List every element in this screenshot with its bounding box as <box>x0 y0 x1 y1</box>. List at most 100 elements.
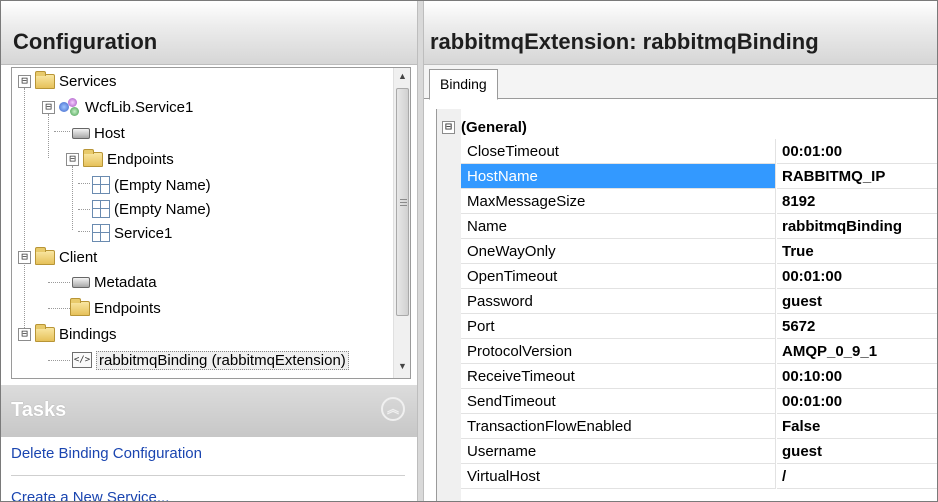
tree-item-label: rabbitmqBinding (rabbitmqExtension) <box>96 350 349 370</box>
folder-icon <box>83 148 103 167</box>
tree-connector-line <box>48 282 70 283</box>
property-name: Username <box>461 439 776 464</box>
property-name: CloseTimeout <box>461 139 776 164</box>
collapse-tasks-icon[interactable]: ︽ <box>381 397 405 421</box>
property-value[interactable]: 00:01:00 <box>777 389 937 414</box>
property-name: ReceiveTimeout <box>461 364 776 389</box>
tree-item-label: (Empty Name) <box>114 176 211 194</box>
endpoint-icon <box>92 200 110 218</box>
tree-item-rabbitmq-binding[interactable]: </> rabbitmqBinding (rabbitmqExtension) <box>70 347 349 373</box>
collapse-icon[interactable]: ⊟ <box>66 152 79 166</box>
tab-strip: Binding <box>424 65 937 100</box>
category-general[interactable]: ⊟ (General) <box>437 115 527 139</box>
collapse-icon[interactable]: ⊟ <box>18 327 31 341</box>
scrollbar-thumb[interactable] <box>396 88 409 316</box>
property-value[interactable]: RABBITMQ_IP <box>777 164 937 189</box>
tree-item-metadata[interactable]: Metadata <box>70 269 157 295</box>
tree-connector-line <box>48 360 70 361</box>
property-name: Password <box>461 289 776 314</box>
metadata-icon <box>72 276 90 288</box>
property-value[interactable]: 00:10:00 <box>777 364 937 389</box>
tree-item-label: Bindings <box>59 325 117 343</box>
folder-icon <box>70 297 90 316</box>
category-label: (General) <box>461 118 527 136</box>
tree-item-label: Metadata <box>94 273 157 291</box>
property-value[interactable]: True <box>777 239 937 264</box>
tree-connector-line <box>78 209 90 210</box>
property-name: Port <box>461 314 776 339</box>
property-grid: ⊟ (General) CloseTimeout 00:01:00 HostNa… <box>436 109 937 501</box>
configuration-title: Configuration <box>13 29 158 54</box>
property-name: ProtocolVersion <box>461 339 776 364</box>
tree-item-services[interactable]: ⊟ Services <box>18 68 117 94</box>
property-row-transactionflowenabled[interactable]: TransactionFlowEnabled False <box>461 414 937 439</box>
scroll-up-icon[interactable]: ▲ <box>394 68 410 85</box>
tree-item-client-endpoints[interactable]: Endpoints <box>66 295 161 321</box>
property-row-port[interactable]: Port 5672 <box>461 314 937 339</box>
configuration-tree[interactable]: ⊟ Services ⊟ WcfLib.Service1 Host ⊟ Endp… <box>11 67 411 379</box>
property-value[interactable]: AMQP_0_9_1 <box>777 339 937 364</box>
property-row-protocolversion[interactable]: ProtocolVersion AMQP_0_9_1 <box>461 339 937 364</box>
tree-item-endpoint[interactable]: (Empty Name) <box>90 196 211 222</box>
property-row-password[interactable]: Password guest <box>461 289 937 314</box>
property-row-sendtimeout[interactable]: SendTimeout 00:01:00 <box>461 389 937 414</box>
left-pane: Configuration ⊟ Services ⊟ WcfLib.Servic <box>1 1 417 501</box>
property-row-receivetimeout[interactable]: ReceiveTimeout 00:10:00 <box>461 364 937 389</box>
tree-item-label: WcfLib.Service1 <box>85 98 194 116</box>
configuration-editor-window: Configuration ⊟ Services ⊟ WcfLib.Servic <box>0 0 938 502</box>
right-pane: rabbitmqExtension: rabbitmqBinding Bindi… <box>424 1 937 501</box>
tree-item-endpoint[interactable]: (Empty Name) <box>90 172 211 198</box>
tree-item-service[interactable]: ⊟ WcfLib.Service1 <box>42 94 193 120</box>
tab-binding[interactable]: Binding <box>429 69 498 100</box>
pane-splitter[interactable] <box>417 1 424 501</box>
tree-connector-line <box>78 231 90 232</box>
tree-item-client[interactable]: ⊟ Client <box>18 244 97 270</box>
scroll-down-icon[interactable]: ▼ <box>394 358 410 375</box>
create-new-service-link[interactable]: Create a New Service... <box>11 489 169 501</box>
property-name: TransactionFlowEnabled <box>461 414 776 439</box>
tree-item-label: Endpoints <box>94 299 161 317</box>
delete-binding-configuration-link[interactable]: Delete Binding Configuration <box>11 445 202 462</box>
property-name: Name <box>461 214 776 239</box>
property-value[interactable]: / <box>777 464 937 489</box>
folder-icon <box>35 323 55 342</box>
property-value[interactable]: False <box>777 414 937 439</box>
tree-scrollbar[interactable]: ▲ ▼ <box>393 68 410 378</box>
binding-header: rabbitmqExtension: rabbitmqBinding <box>424 1 937 65</box>
property-name: MaxMessageSize <box>461 189 776 214</box>
property-value[interactable]: guest <box>777 289 937 314</box>
property-name: OpenTimeout <box>461 264 776 289</box>
property-row-maxmessagesize[interactable]: MaxMessageSize 8192 <box>461 189 937 214</box>
tree-item-host[interactable]: Host <box>70 120 125 146</box>
property-name: VirtualHost <box>461 464 776 489</box>
property-name: SendTimeout <box>461 389 776 414</box>
property-value[interactable]: 00:01:00 <box>777 139 937 164</box>
tree-item-endpoint[interactable]: Service1 <box>90 220 172 246</box>
property-row-virtualhost[interactable]: VirtualHost / <box>461 464 937 489</box>
property-row-closetimeout[interactable]: CloseTimeout 00:01:00 <box>461 139 937 164</box>
property-row-opentimeout[interactable]: OpenTimeout 00:01:00 <box>461 264 937 289</box>
property-value[interactable]: rabbitmqBinding <box>777 214 937 239</box>
binding-icon: </> <box>72 352 92 368</box>
host-icon <box>72 127 90 139</box>
endpoint-icon <box>92 224 110 242</box>
property-name: OneWayOnly <box>461 239 776 264</box>
service-icon <box>59 98 81 116</box>
property-row-hostname[interactable]: HostName RABBITMQ_IP <box>461 164 937 189</box>
collapse-icon[interactable]: ⊟ <box>442 120 455 134</box>
tree-item-endpoints[interactable]: ⊟ Endpoints <box>66 146 174 172</box>
collapse-icon[interactable]: ⊟ <box>18 74 31 88</box>
tree-item-bindings[interactable]: ⊟ Bindings <box>18 321 117 347</box>
property-row-name[interactable]: Name rabbitmqBinding <box>461 214 937 239</box>
property-value[interactable]: 00:01:00 <box>777 264 937 289</box>
tree-connector-line <box>48 114 49 158</box>
endpoint-icon <box>92 176 110 194</box>
tasks-header: Tasks ︽ <box>1 385 417 437</box>
property-value[interactable]: 8192 <box>777 189 937 214</box>
property-value[interactable]: guest <box>777 439 937 464</box>
property-row-onewayonly[interactable]: OneWayOnly True <box>461 239 937 264</box>
property-value[interactable]: 5672 <box>777 314 937 339</box>
property-row-username[interactable]: Username guest <box>461 439 937 464</box>
collapse-icon[interactable]: ⊟ <box>18 250 31 264</box>
collapse-icon[interactable]: ⊟ <box>42 100 55 114</box>
